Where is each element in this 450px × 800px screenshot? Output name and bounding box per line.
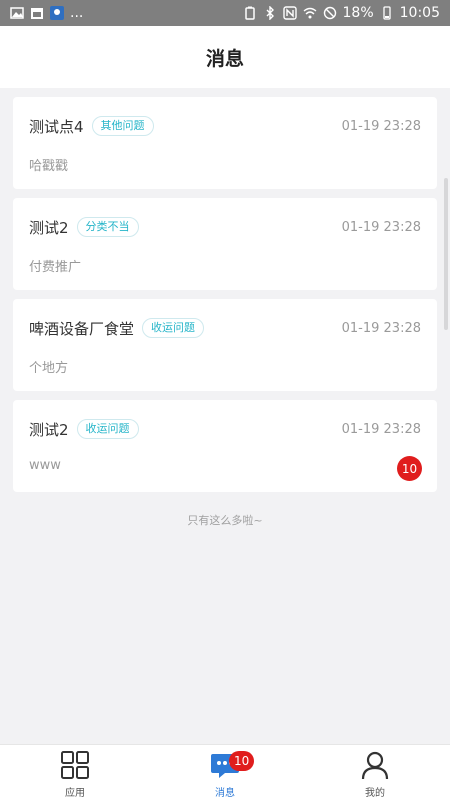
unread-badge: 10 [397,456,422,481]
do-not-disturb-icon [323,6,336,20]
card-desc: 个地方 [29,361,69,376]
tab-messages[interactable]: 消息 [150,745,300,800]
status-left-text: ... [70,5,84,21]
card-time: 01-19 23:28 [341,320,421,336]
card-top: 啤酒设备厂食堂 收运问题 01-19 23:28 [29,317,421,339]
card-time: 01-19 23:28 [341,118,421,134]
bottom-tabbar: 应用 消息 我的 [0,744,450,800]
message-card[interactable]: 测试点4 其他问题 01-19 23:28 哈戳戳 [13,97,437,189]
image-icon [10,7,24,19]
tab-label: 我的 [365,788,385,799]
card-desc: 付费推广 [29,260,82,275]
status-bar: ... 18% 10:05 [0,0,450,26]
message-card[interactable]: 测试2 收运问题 01-19 23:28 www 10 [13,400,437,492]
message-list: 测试点4 其他问题 01-19 23:28 哈戳戳 测试2 分类不当 01-19… [13,97,437,501]
user-icon [361,751,389,780]
grid-icon [61,751,89,779]
card-top: 测试2 收运问题 01-19 23:28 [29,418,421,440]
end-of-list-note: 只有这么多啦~ [187,514,263,527]
tab-label: 应用 [65,788,85,799]
card-time: 01-19 23:28 [341,219,421,235]
card-name: 测试2 [29,218,69,237]
battery-saver-icon [244,6,255,20]
card-top: 测试2 分类不当 01-19 23:28 [29,216,421,238]
card-name: 测试点4 [29,117,84,136]
card-name: 测试2 [29,420,69,439]
message-card[interactable]: 测试2 分类不当 01-19 23:28 付费推广 [13,198,437,290]
map-pin-icon [50,6,64,20]
status-right: 18% 10:05 [243,5,440,21]
messages-tab-badge: 10 [229,751,255,771]
battery-percent: 18% [342,5,374,21]
header: 消息 [0,26,450,88]
wifi-icon [303,7,316,19]
card-desc: 哈戳戳 [29,159,69,174]
tab-apps[interactable]: 应用 [0,745,150,800]
page-title: 消息 [205,47,244,70]
card-desc: www [29,458,61,473]
card-name: 啤酒设备厂食堂 [29,319,135,338]
battery-icon [382,6,391,20]
clock: 10:05 [399,5,440,21]
calendar-icon [31,8,43,19]
nfc-icon [282,6,297,20]
message-card[interactable]: 啤酒设备厂食堂 收运问题 01-19 23:28 个地方 [13,299,437,391]
category-tag: 收运问题 [142,318,205,338]
tab-label: 消息 [215,788,235,799]
card-time: 01-19 23:28 [341,421,421,437]
category-tag: 其他问题 [91,116,154,136]
category-tag: 收运问题 [76,419,139,439]
scrollbar[interactable] [444,178,448,330]
bluetooth-icon [266,6,274,20]
tab-profile[interactable]: 我的 [300,745,450,800]
status-left: ... [10,5,83,21]
card-top: 测试点4 其他问题 01-19 23:28 [29,115,421,137]
category-tag: 分类不当 [76,217,139,237]
